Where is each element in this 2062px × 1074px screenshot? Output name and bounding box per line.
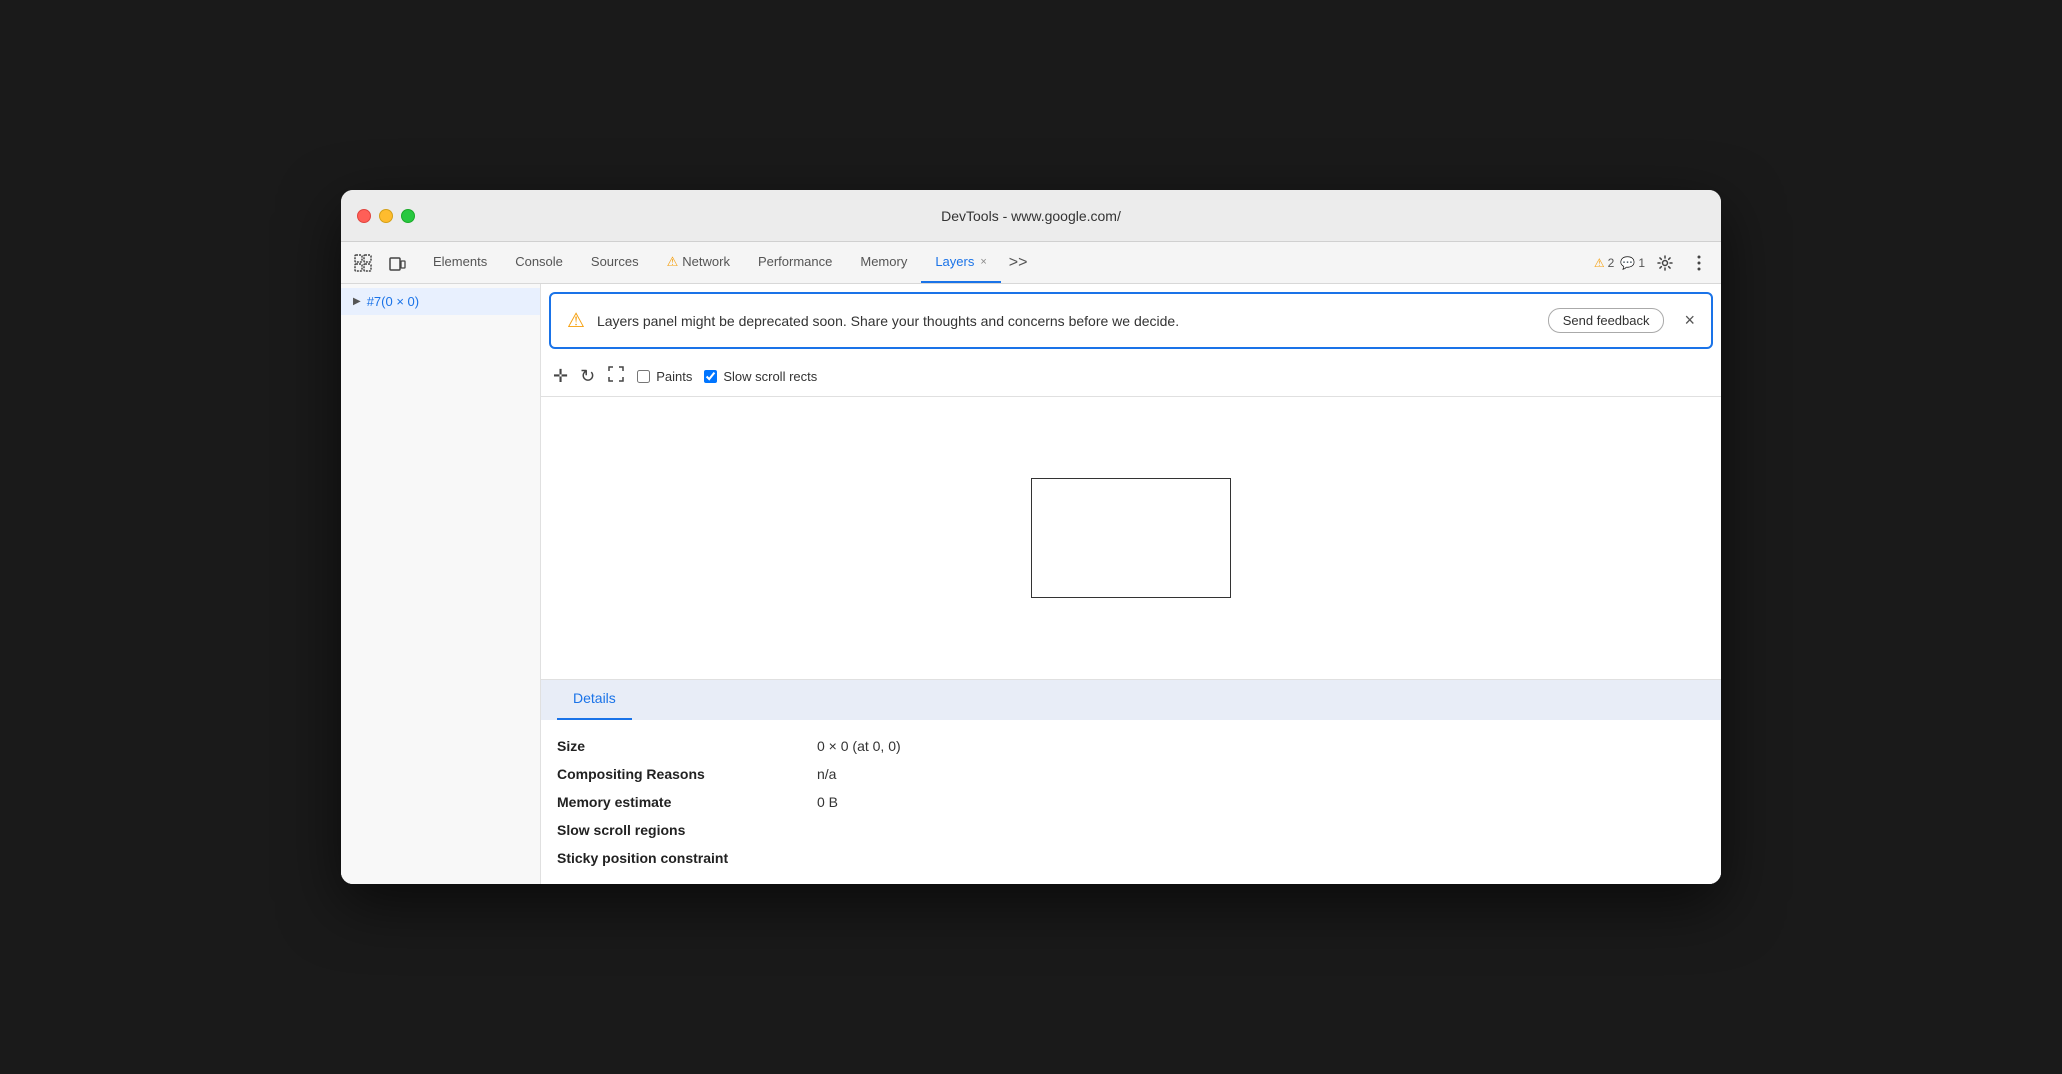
sidebar-item-layer1[interactable]: ▶ #7(0 × 0)	[341, 288, 540, 315]
tab-bar: Elements Console Sources ⚠ Network Perfo…	[341, 242, 1721, 284]
move-icon[interactable]: ✛	[553, 366, 568, 387]
toolbar-icons	[349, 249, 411, 277]
paints-checkbox-label[interactable]: Paints	[637, 369, 692, 384]
banner-close-button[interactable]: ×	[1684, 310, 1695, 331]
table-row: Memory estimate 0 B	[557, 788, 1705, 816]
close-button[interactable]	[357, 209, 371, 223]
deprecation-banner: ⚠ Layers panel might be deprecated soon.…	[549, 292, 1713, 349]
warning-badge[interactable]: ⚠ 2	[1594, 256, 1614, 270]
badge-group: ⚠ 2 💬 1	[1594, 256, 1645, 270]
tab-layers[interactable]: Layers ×	[921, 242, 1000, 283]
device-toolbar-icon[interactable]	[383, 249, 411, 277]
table-row: Slow scroll regions	[557, 816, 1705, 844]
details-section: Details Size 0 × 0 (at 0, 0) Compositing…	[541, 679, 1721, 884]
tab-sources[interactable]: Sources	[577, 242, 653, 283]
tab-bar-right: ⚠ 2 💬 1	[1594, 249, 1713, 277]
info-badge-icon: 💬	[1620, 256, 1635, 270]
details-table: Size 0 × 0 (at 0, 0) Compositing Reasons…	[541, 720, 1721, 884]
more-options-icon[interactable]	[1685, 249, 1713, 277]
canvas-area	[541, 397, 1721, 679]
main-panel: ⚠ Layers panel might be deprecated soon.…	[541, 284, 1721, 884]
tab-layers-close[interactable]: ×	[980, 256, 986, 268]
table-row: Size 0 × 0 (at 0, 0)	[557, 732, 1705, 760]
minimize-button[interactable]	[379, 209, 393, 223]
table-row: Compositing Reasons n/a	[557, 760, 1705, 788]
tab-console[interactable]: Console	[501, 242, 577, 283]
tabs-list: Elements Console Sources ⚠ Network Perfo…	[419, 242, 1594, 283]
sidebar-arrow-icon: ▶	[353, 296, 361, 307]
banner-warning-icon: ⚠	[567, 308, 585, 333]
tab-elements[interactable]: Elements	[419, 242, 501, 283]
paints-checkbox[interactable]	[637, 370, 650, 383]
warning-badge-icon: ⚠	[1594, 256, 1605, 270]
devtools-window: DevTools - www.google.com/ El	[341, 190, 1721, 884]
banner-message: Layers panel might be deprecated soon. S…	[597, 313, 1536, 329]
slow-scroll-checkbox-label[interactable]: Slow scroll rects	[704, 369, 817, 384]
layers-sidebar: ▶ #7(0 × 0)	[341, 284, 541, 884]
rotate-icon[interactable]: ↻	[580, 366, 595, 387]
element-picker-icon[interactable]	[349, 249, 377, 277]
tab-network[interactable]: ⚠ Network	[653, 242, 744, 283]
more-tabs-button[interactable]: >>	[1001, 254, 1036, 272]
tab-memory[interactable]: Memory	[846, 242, 921, 283]
send-feedback-button[interactable]: Send feedback	[1548, 308, 1665, 333]
title-bar: DevTools - www.google.com/	[341, 190, 1721, 242]
traffic-lights	[357, 209, 415, 223]
settings-icon[interactable]	[1651, 249, 1679, 277]
network-warning-icon: ⚠	[667, 254, 679, 270]
table-row: Sticky position constraint	[557, 844, 1705, 872]
tab-performance[interactable]: Performance	[744, 242, 846, 283]
info-badge[interactable]: 💬 1	[1620, 256, 1645, 270]
window-title: DevTools - www.google.com/	[941, 208, 1121, 224]
slow-scroll-checkbox[interactable]	[704, 370, 717, 383]
layers-toolbar: ✛ ↻ Paints Slow scroll rects	[541, 357, 1721, 397]
maximize-button[interactable]	[401, 209, 415, 223]
fit-icon[interactable]	[607, 365, 625, 388]
layer-rectangle	[1031, 478, 1231, 598]
main-content: ▶ #7(0 × 0) ⚠ Layers panel might be depr…	[341, 284, 1721, 884]
details-header: Details	[557, 680, 632, 720]
